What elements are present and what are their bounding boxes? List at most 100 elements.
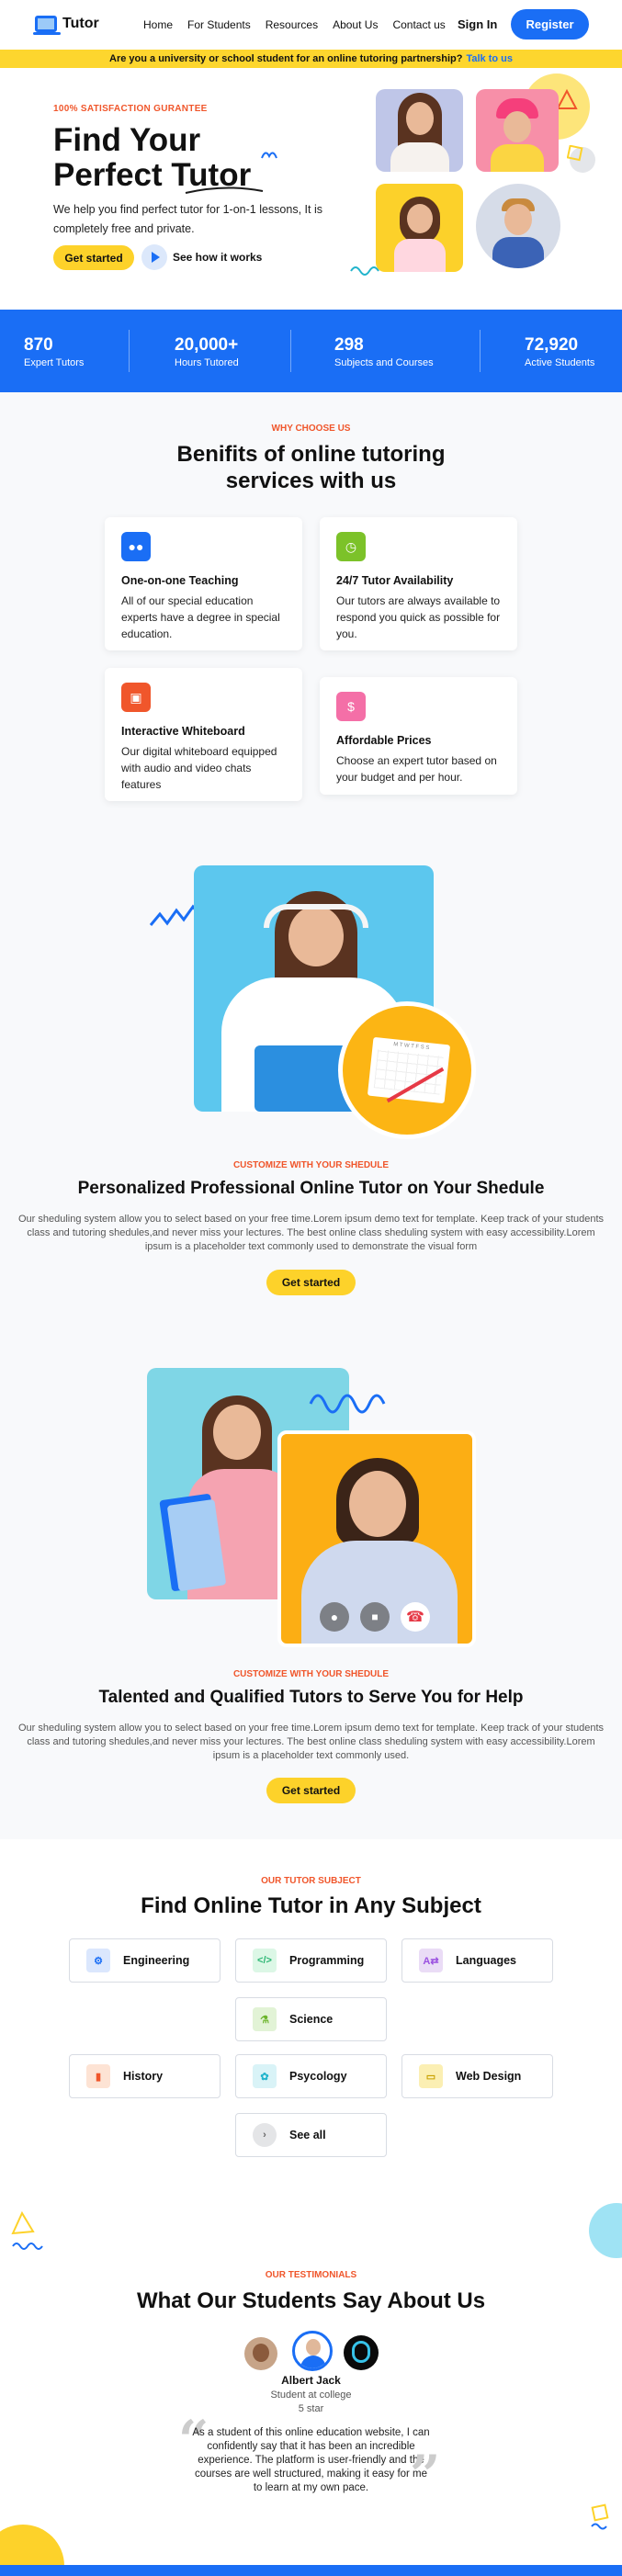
tutor-photo-4	[476, 184, 560, 268]
stat-subjects: 298 Subjects and Courses	[334, 335, 434, 368]
play-icon	[141, 244, 167, 270]
brain-icon: ✿	[253, 2064, 277, 2088]
subject-label: Programming	[289, 1954, 365, 1967]
tutor-photo-2	[476, 89, 559, 172]
sparkle-icon	[261, 152, 277, 159]
benefit-title: Interactive Whiteboard	[121, 725, 245, 738]
nav-link-home[interactable]: Home	[143, 18, 173, 31]
code-icon: </>	[253, 1949, 277, 1972]
arrow-right-icon: ›	[253, 2123, 277, 2147]
monitor-icon: ▭	[419, 2064, 443, 2088]
laptop-icon	[33, 16, 61, 35]
benefit-title: Affordable Prices	[336, 734, 432, 747]
register-button[interactable]: Register	[511, 9, 589, 40]
stat-subjects-number: 298	[334, 335, 364, 355]
subject-programming[interactable]: </> Programming	[235, 1938, 387, 1983]
avatar-selected[interactable]	[292, 2331, 333, 2371]
money-icon: $	[336, 692, 366, 721]
banner-text: Are you a university or school student f…	[109, 53, 463, 64]
subject-label: See all	[289, 2129, 326, 2141]
footer-bar	[0, 2565, 622, 2576]
testimonial-role: Student at college	[270, 2390, 352, 2401]
subject-label: Languages	[456, 1954, 516, 1967]
avatar[interactable]	[244, 2337, 277, 2370]
square-icon	[591, 2503, 609, 2530]
benefits-title-line1: Benifits of online tutoring	[176, 442, 446, 467]
stat-students-label: Active Students	[525, 357, 595, 368]
science-icon: ⚗	[253, 2007, 277, 2031]
sign-in-link[interactable]: Sign In	[458, 17, 497, 31]
subject-web-design[interactable]: ▭ Web Design	[401, 2054, 553, 2098]
stats-bar: 870 Expert Tutors 20,000+ Hours Tutored …	[0, 310, 622, 392]
subject-history[interactable]: ▮ History	[69, 2054, 221, 2098]
feature1-description: Our sheduling system allow you to select…	[17, 1214, 605, 1252]
stat-hours-label: Hours Tutored	[175, 357, 239, 368]
see-how-label: See how it works	[173, 251, 263, 264]
benefit-card[interactable]: ▣ Interactive Whiteboard Our digital whi…	[105, 668, 302, 801]
top-nav: Tutor Home For Students Resources About …	[0, 0, 622, 50]
stat-tutors-label: Expert Tutors	[24, 357, 85, 368]
hero-get-started-button[interactable]: Get started	[53, 245, 134, 270]
microphone-icon[interactable]: ●	[320, 1602, 349, 1632]
stat-divider	[290, 330, 291, 372]
stat-hours: 20,000+ Hours Tutored	[175, 335, 239, 368]
subject-science[interactable]: ⚗ Science	[235, 1997, 387, 2041]
benefit-card[interactable]: ◷ 24/7 Tutor Availability Our tutors are…	[320, 517, 517, 650]
feature2-description: Our sheduling system allow you to select…	[17, 1723, 605, 1761]
benefit-desc: All of our special education experts hav…	[121, 594, 280, 640]
subject-label: History	[123, 2070, 164, 2083]
video-camera-icon[interactable]: ■	[360, 1602, 390, 1632]
testimonial-rating: 5 star	[298, 2403, 324, 2414]
nav-links: Home For Students Resources About Us Con…	[143, 18, 446, 31]
subject-label: Psycology	[289, 2070, 347, 2083]
square-icon	[567, 145, 583, 162]
testimonial-name: Albert Jack	[281, 2374, 341, 2387]
tutor-photo-1	[376, 89, 463, 172]
subject-languages[interactable]: A⇄ Languages	[401, 1938, 553, 1983]
nav-link-contact[interactable]: Contact us	[392, 18, 445, 31]
logo[interactable]: Tutor	[33, 16, 99, 35]
feature1-get-started-button[interactable]: Get started	[266, 1270, 356, 1295]
stat-hours-number: 20,000+	[175, 335, 239, 355]
stat-subjects-label: Subjects and Courses	[334, 357, 434, 368]
calendar-badge: M T W T F S S	[338, 1001, 476, 1139]
benefit-card[interactable]: $ Affordable Prices Choose an expert tut…	[320, 677, 517, 795]
testimonials-title: What Our Students Say About Us	[136, 2288, 486, 2313]
benefit-card[interactable]: ●● One-on-one Teaching All of our specia…	[105, 517, 302, 650]
hero-title: Find Your Perfect Tutor	[53, 123, 329, 193]
stat-divider	[480, 330, 481, 372]
nav-link-students[interactable]: For Students	[187, 18, 251, 31]
subjects-kicker: OUR TUTOR SUBJECT	[261, 1876, 361, 1886]
subject-psycology[interactable]: ✿ Psycology	[235, 2054, 387, 2098]
subject-label: Engineering	[123, 1954, 190, 1967]
benefit-desc: Choose an expert tutor based on your bud…	[336, 754, 497, 784]
squiggle-icon	[350, 266, 379, 276]
talk-to-us-link[interactable]: Talk to us	[466, 53, 513, 64]
nav-link-about[interactable]: About Us	[333, 18, 378, 31]
subject-label: Science	[289, 2013, 334, 2026]
nav-link-resources[interactable]: Resources	[266, 18, 318, 31]
testimonial-quote: As a student of this online education we…	[192, 2427, 430, 2493]
users-icon: ●●	[121, 532, 151, 561]
squiggle-icon	[309, 1394, 386, 1414]
avatar[interactable]	[344, 2335, 379, 2370]
quote-close-icon: ”	[410, 2444, 441, 2506]
benefit-desc: Our tutors are always available to respo…	[336, 594, 501, 640]
benefit-desc: Our digital whiteboard equipped with aud…	[121, 745, 277, 791]
see-how-it-works-button[interactable]: See how it works	[141, 244, 262, 270]
stat-tutors: 870 Expert Tutors	[24, 335, 84, 368]
logo-text: Tutor	[62, 16, 99, 31]
feature2-get-started-button[interactable]: Get started	[266, 1778, 356, 1803]
clock-icon: ◷	[336, 532, 366, 561]
stat-students: 72,920 Active Students	[525, 335, 594, 368]
subject-engineering[interactable]: ⚙ Engineering	[69, 1938, 221, 1983]
subject-see-all[interactable]: › See all	[235, 2113, 387, 2157]
tutor-photo-3	[376, 184, 463, 272]
triangle-icon	[11, 2210, 43, 2250]
benefit-title: One-on-one Teaching	[121, 574, 239, 587]
book-icon: ▮	[86, 2064, 110, 2088]
benefit-title: 24/7 Tutor Availability	[336, 574, 454, 587]
hang-up-icon[interactable]: ☎	[401, 1602, 430, 1632]
feature1-title: Personalized Professional Online Tutor o…	[77, 1179, 545, 1198]
whiteboard-icon: ▣	[121, 683, 151, 712]
